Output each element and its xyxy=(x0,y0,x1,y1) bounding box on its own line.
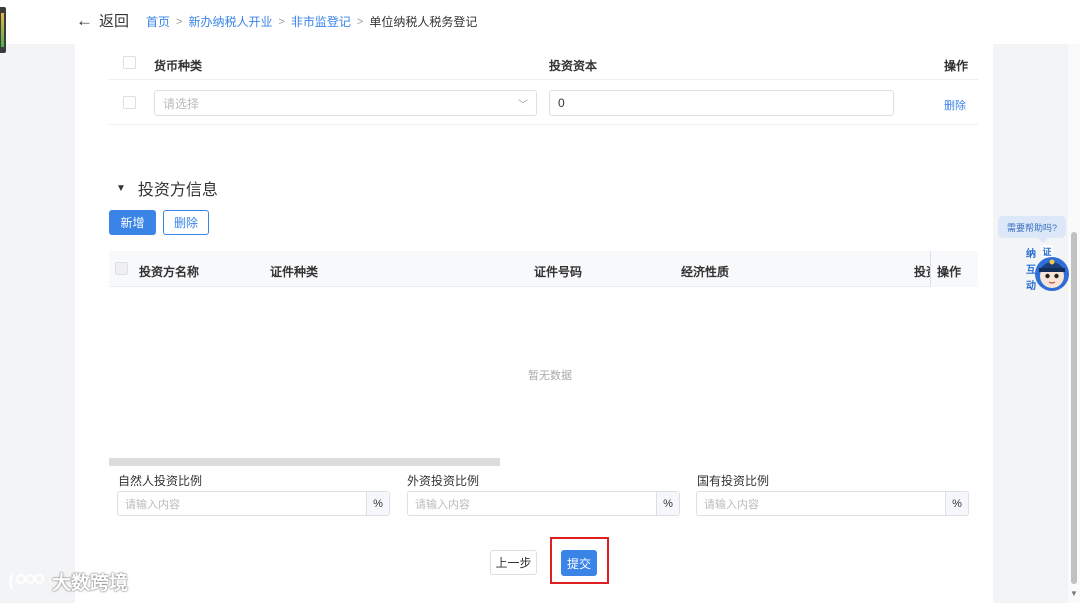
breadcrumb-new-taxpayer[interactable]: 新办纳税人开业 xyxy=(188,13,272,30)
chevron-right-icon: > xyxy=(176,15,183,28)
column-investment-truncated: 投资 xyxy=(914,265,930,279)
side-app-tab[interactable] xyxy=(0,7,6,53)
collapse-triangle-icon: ▼ xyxy=(116,182,126,194)
breadcrumb-home[interactable]: 首页 xyxy=(146,13,170,30)
percent-unit: % xyxy=(656,492,679,515)
column-investment-capital: 投资资本 xyxy=(549,59,598,73)
currency-select-placeholder: 请选择 xyxy=(163,96,200,111)
select-all-checkbox[interactable] xyxy=(123,56,136,69)
back-label: 返回 xyxy=(99,13,130,30)
previous-step-button[interactable]: 上一步 xyxy=(490,550,537,575)
investor-table-header: 投资方名称 证件种类 证件号码 经济性质 投资 操作 xyxy=(109,251,978,287)
chevron-down-icon: ﹀ xyxy=(518,99,528,111)
chevron-right-icon: > xyxy=(278,15,285,28)
column-economic-nature: 经济性质 xyxy=(681,265,730,279)
column-investor-name: 投资方名称 xyxy=(139,265,200,279)
arrow-left-icon: ← xyxy=(76,10,93,30)
percent-unit: % xyxy=(945,492,968,515)
chevron-right-icon: > xyxy=(356,15,364,28)
breadcrumb-current: 单位纳税人税务登记 xyxy=(369,15,478,29)
foreign-ratio-field[interactable]: 请输入内容 % xyxy=(407,491,680,516)
delete-investor-button[interactable]: 删除 xyxy=(163,210,209,235)
mascot-badge: 证 xyxy=(1041,245,1053,257)
breadcrumb: 首页 > 新办纳税人开业 > 非市监登记 > 单位纳税人税务登记 xyxy=(146,13,477,30)
state-owned-ratio-input[interactable]: 请输入内容 xyxy=(697,492,945,515)
natural-person-ratio-label: 自然人投资比例 xyxy=(118,474,203,488)
investor-section-label: 投资方信息 xyxy=(137,182,218,199)
foreign-ratio-input[interactable]: 请输入内容 xyxy=(408,492,656,515)
horizontal-scrollbar[interactable] xyxy=(109,458,500,466)
foreign-ratio-label: 外资投资比例 xyxy=(407,474,480,488)
help-bubble[interactable]: 需要帮助吗? xyxy=(998,216,1066,243)
add-investor-button[interactable]: 新增 xyxy=(109,210,156,235)
investor-section-title[interactable]: ▼ 投资方信息 xyxy=(116,176,218,200)
natural-person-ratio-field[interactable]: 请输入内容 % xyxy=(117,491,390,516)
breadcrumb-non-market-registration[interactable]: 非市监登记 xyxy=(291,13,351,30)
row-checkbox[interactable] xyxy=(123,96,136,109)
select-all-checkbox[interactable] xyxy=(115,262,128,275)
currency-table-header: 货币种类 投资资本 操作 xyxy=(109,50,978,80)
table-row: 请选择 ﹀ 0 删除 xyxy=(109,81,978,125)
column-id-type: 证件种类 xyxy=(270,265,319,279)
column-actions: 操作 xyxy=(944,59,969,73)
state-owned-ratio-label: 国有投资比例 xyxy=(697,474,770,488)
state-owned-ratio-field[interactable]: 请输入内容 % xyxy=(696,491,969,516)
currency-select[interactable]: 请选择 ﹀ xyxy=(154,90,537,116)
fixed-actions-column: 操作 xyxy=(930,251,978,287)
watermark: 大数跨境 xyxy=(8,568,128,595)
help-mascot-icon[interactable] xyxy=(1034,252,1070,294)
main-content-panel xyxy=(75,44,993,603)
scroll-down-arrow-icon[interactable]: ▼ xyxy=(1070,589,1078,598)
capital-input[interactable]: 0 xyxy=(549,90,894,116)
submit-highlight-box xyxy=(550,537,609,584)
watermark-text: 大数跨境 xyxy=(52,573,129,594)
column-currency-type: 货币种类 xyxy=(154,59,203,73)
natural-person-ratio-input[interactable]: 请输入内容 xyxy=(118,492,366,515)
column-id-number: 证件号码 xyxy=(534,265,583,279)
row-delete-link[interactable]: 删除 xyxy=(944,97,966,113)
percent-unit: % xyxy=(366,492,389,515)
back-button[interactable]: ← 返回 xyxy=(76,10,129,31)
vertical-scrollbar[interactable] xyxy=(1071,232,1077,584)
empty-state-text: 暂无数据 xyxy=(528,370,572,382)
column-actions: 操作 xyxy=(937,265,962,279)
watermark-logo-icon xyxy=(9,573,45,589)
